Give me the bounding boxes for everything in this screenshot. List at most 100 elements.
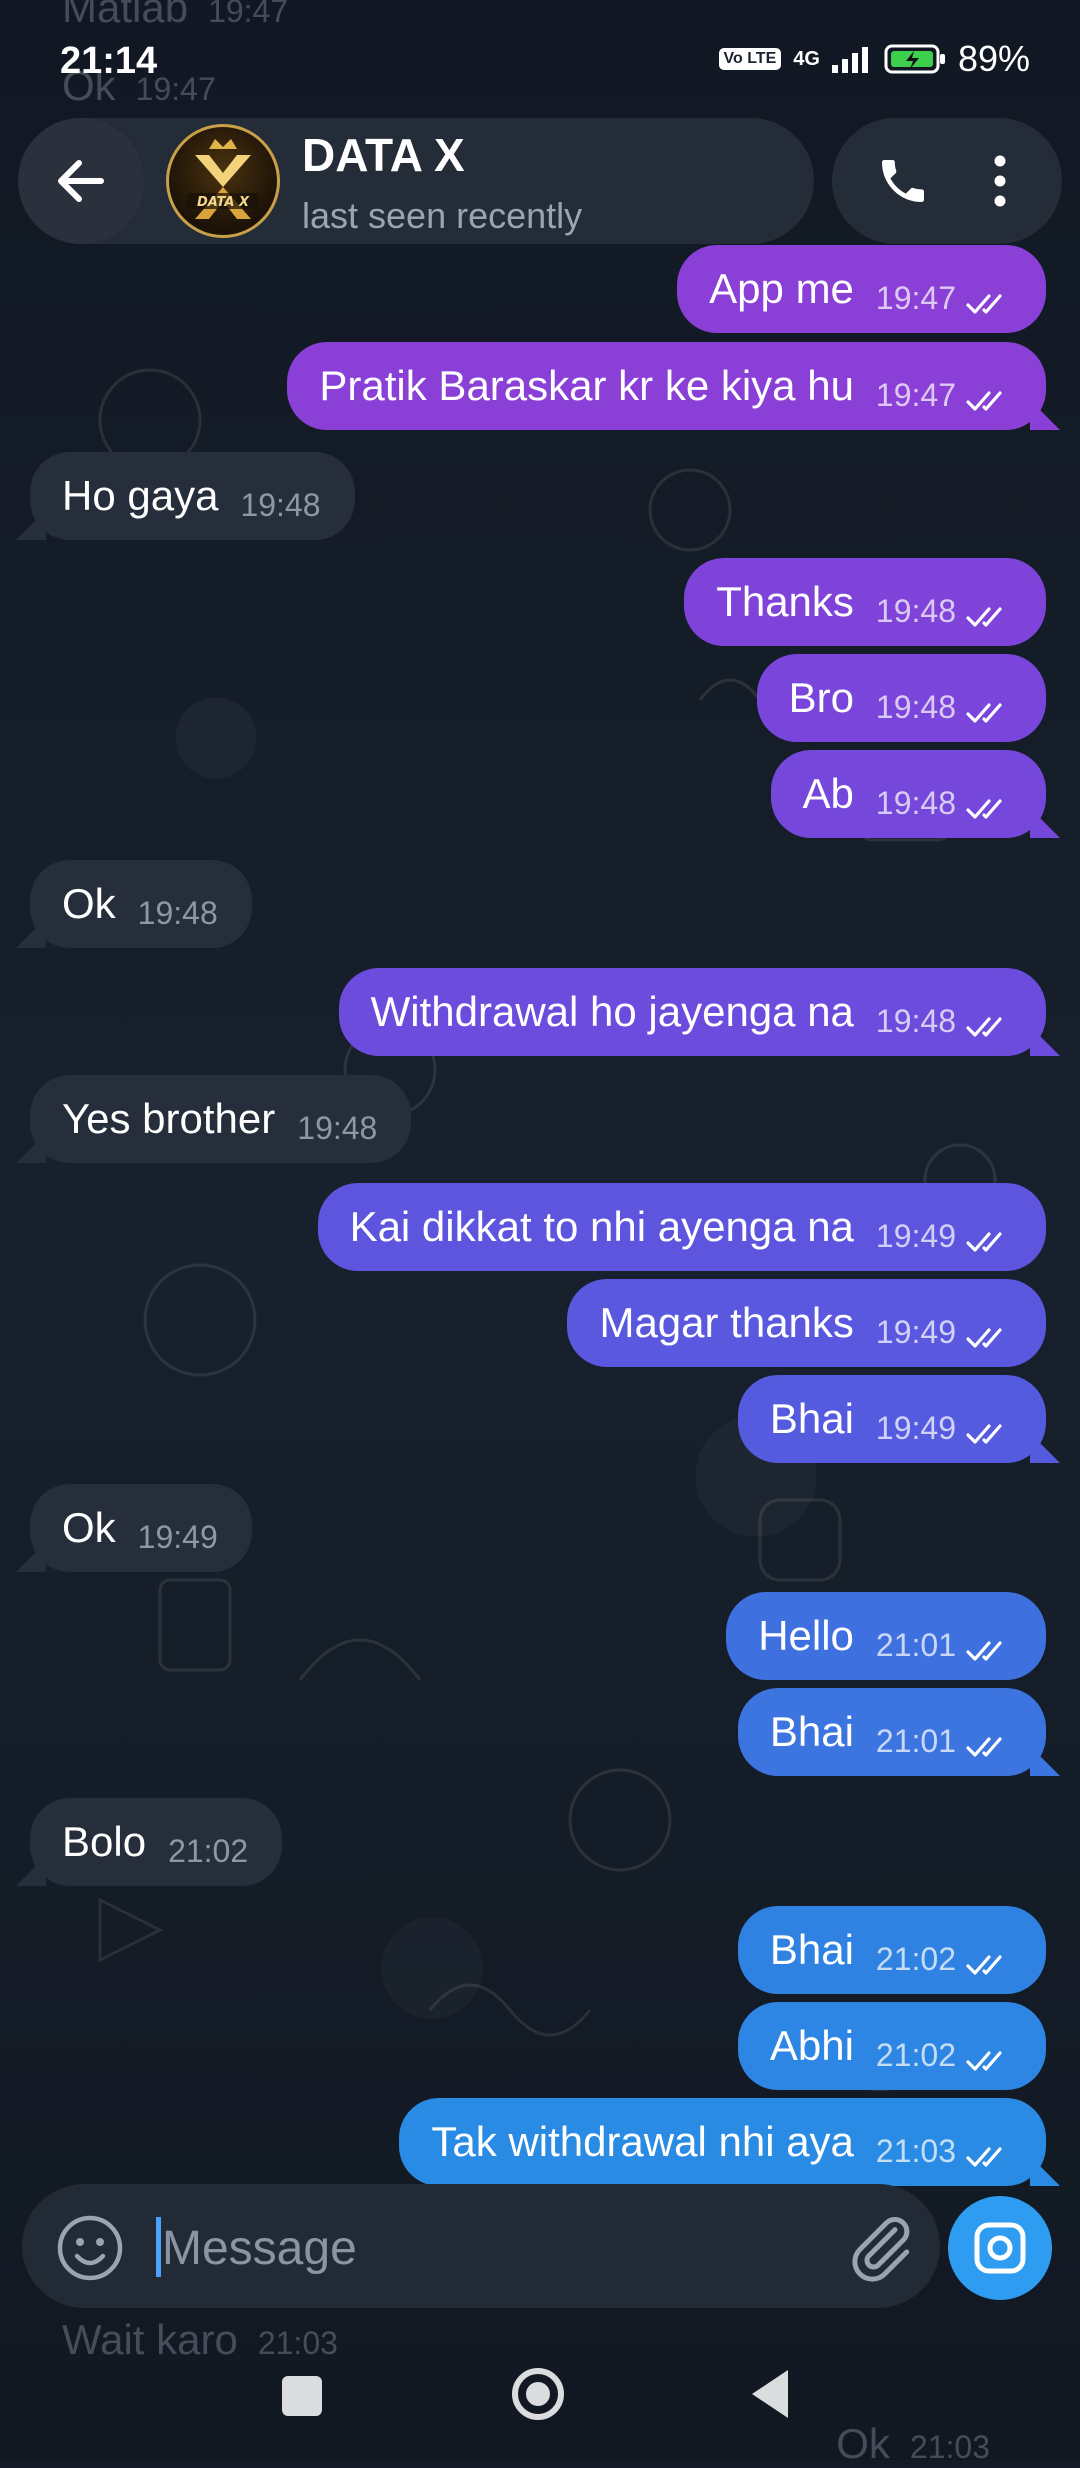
- message-time: 21:02: [875, 1940, 956, 1977]
- message-meta: 19:48: [876, 985, 1012, 1040]
- bubble-tail: [1030, 2156, 1060, 2186]
- message-time: 19:49: [875, 1409, 956, 1446]
- bubble-tail: [1030, 400, 1060, 430]
- message-time: 21:01: [875, 1626, 956, 1663]
- read-ticks-icon: [966, 1231, 1002, 1252]
- message-meta: 19:47: [876, 262, 1012, 317]
- bubble-tail: [16, 510, 46, 540]
- message-text: Thanks: [716, 578, 854, 625]
- emoji-button[interactable]: [52, 2210, 128, 2286]
- message-meta: 19:48: [876, 575, 1012, 630]
- status-bar: 21:14 Vo LTE 4G 89%: [0, 0, 1080, 120]
- home-nav-button[interactable]: [512, 2368, 564, 2420]
- message-time: 19:48: [875, 784, 956, 821]
- recents-nav-button[interactable]: [282, 2376, 322, 2416]
- outgoing-message[interactable]: Thanks 19:48: [684, 558, 1046, 646]
- outgoing-message[interactable]: Bhai 21:01: [737, 1688, 1060, 1776]
- bubble-tail: [16, 1856, 46, 1886]
- message-text: Ab: [802, 770, 854, 817]
- message-text: Bhai: [769, 1926, 854, 1973]
- back-nav-button[interactable]: [752, 2370, 788, 2418]
- bubble-tail: [1030, 808, 1060, 838]
- incoming-message[interactable]: Ho gaya 19:48: [16, 452, 355, 540]
- message-time: 19:47: [875, 279, 956, 316]
- read-ticks-icon: [966, 1736, 1002, 1757]
- battery-icon: [884, 44, 945, 74]
- message-text: App me: [709, 265, 854, 312]
- battery-percent: 89%: [957, 38, 1030, 79]
- message-time: 19:48: [297, 1109, 378, 1146]
- read-ticks-icon: [966, 390, 1002, 411]
- message-meta: 19:49: [876, 1392, 1012, 1447]
- message-time: 21:02: [875, 2036, 956, 2073]
- read-ticks-icon: [966, 1423, 1002, 1444]
- message-time: 19:49: [137, 1518, 218, 1555]
- read-ticks-icon: [966, 606, 1002, 627]
- incoming-message[interactable]: Ok 19:48: [16, 860, 252, 948]
- camera-button[interactable]: [948, 2196, 1052, 2300]
- message-text: Bolo: [62, 1818, 147, 1865]
- read-ticks-icon: [966, 1016, 1002, 1037]
- message-meta: 19:48: [138, 877, 218, 932]
- incoming-message[interactable]: Bolo 21:02: [16, 1798, 283, 1886]
- message-time: 21:02: [168, 1832, 249, 1869]
- read-ticks-icon: [966, 2146, 1002, 2167]
- call-button[interactable]: [850, 128, 956, 234]
- message-text: Bhai: [769, 1395, 854, 1442]
- read-ticks-icon: [966, 1640, 1002, 1661]
- message-text: Abhi: [769, 2022, 854, 2069]
- message-meta: 19:49: [876, 1296, 1012, 1351]
- outgoing-message[interactable]: Abhi 21:02: [737, 2002, 1046, 2090]
- message-input[interactable]: [160, 2212, 804, 2284]
- read-ticks-icon: [966, 702, 1002, 723]
- incoming-message[interactable]: Ok 19:49: [16, 1484, 252, 1572]
- signal-icon: [831, 47, 868, 73]
- read-ticks-icon: [966, 798, 1002, 819]
- status-icons: Vo LTE 4G 89%: [718, 38, 1030, 80]
- read-ticks-icon: [966, 1954, 1002, 1975]
- last-seen-status: last seen recently: [302, 195, 583, 236]
- message-meta: 19:47: [876, 359, 1012, 414]
- outgoing-message[interactable]: Pratik Baraskar kr ke kiya hu 19:47: [287, 342, 1060, 430]
- outgoing-message[interactable]: App me 19:47: [677, 245, 1046, 333]
- outgoing-message[interactable]: Tak withdrawal nhi aya 21:03: [399, 2098, 1060, 2186]
- bubble-tail: [1030, 1746, 1060, 1776]
- paperclip-icon: [852, 2217, 910, 2282]
- message-time: 21:01: [875, 1722, 956, 1759]
- message-meta: 21:03: [876, 2115, 1012, 2170]
- data-x-logo: DATA X: [187, 139, 259, 219]
- message-list[interactable]: App me 19:47 Pratik Baraskar kr ke kiya hu…: [0, 0, 1080, 2460]
- incoming-message[interactable]: Yes brother 19:48: [16, 1075, 412, 1163]
- message-meta: 19:49: [138, 1501, 218, 1556]
- outgoing-message[interactable]: Ab 19:48: [770, 750, 1060, 838]
- attach-button[interactable]: [840, 2206, 920, 2290]
- outgoing-message[interactable]: Withdrawal ho jayenga na 19:48: [338, 968, 1060, 1056]
- avatar[interactable]: DATA X: [166, 124, 280, 238]
- message-meta: 19:48: [876, 671, 1012, 726]
- message-text: Pratik Baraskar kr ke kiya hu: [319, 362, 854, 409]
- message-text: Kai dikkat to nhi ayenga na: [349, 1203, 854, 1250]
- outgoing-message[interactable]: Hello 21:01: [726, 1592, 1046, 1680]
- message-text: Tak withdrawal nhi aya: [431, 2118, 854, 2165]
- svg-text:DATA X: DATA X: [197, 195, 250, 210]
- message-meta: 19:48: [297, 1092, 377, 1147]
- outgoing-message[interactable]: Bhai 21:02: [737, 1906, 1046, 1994]
- outgoing-message[interactable]: Bhai 19:49: [737, 1375, 1060, 1463]
- more-vertical-icon: [994, 155, 1006, 207]
- message-time: 19:48: [875, 592, 956, 629]
- message-text: Hello: [758, 1612, 854, 1659]
- outgoing-message[interactable]: Kai dikkat to nhi ayenga na 19:49: [317, 1183, 1046, 1271]
- outgoing-message[interactable]: Magar thanks 19:49: [567, 1279, 1046, 1367]
- bubble-tail: [1030, 1026, 1060, 1056]
- bubble-tail: [16, 1542, 46, 1572]
- back-button[interactable]: [18, 118, 144, 244]
- message-meta: 19:48: [240, 469, 320, 524]
- camera-icon: [974, 2222, 1026, 2274]
- status-time: 21:14: [60, 40, 158, 82]
- message-meta: 21:01: [876, 1609, 1012, 1664]
- more-options-button[interactable]: [960, 128, 1040, 234]
- message-time: 19:47: [875, 376, 956, 413]
- outgoing-message[interactable]: Bro 19:48: [756, 654, 1046, 742]
- message-text: Ok: [62, 1504, 116, 1551]
- chat-title[interactable]: DATA X: [302, 128, 465, 182]
